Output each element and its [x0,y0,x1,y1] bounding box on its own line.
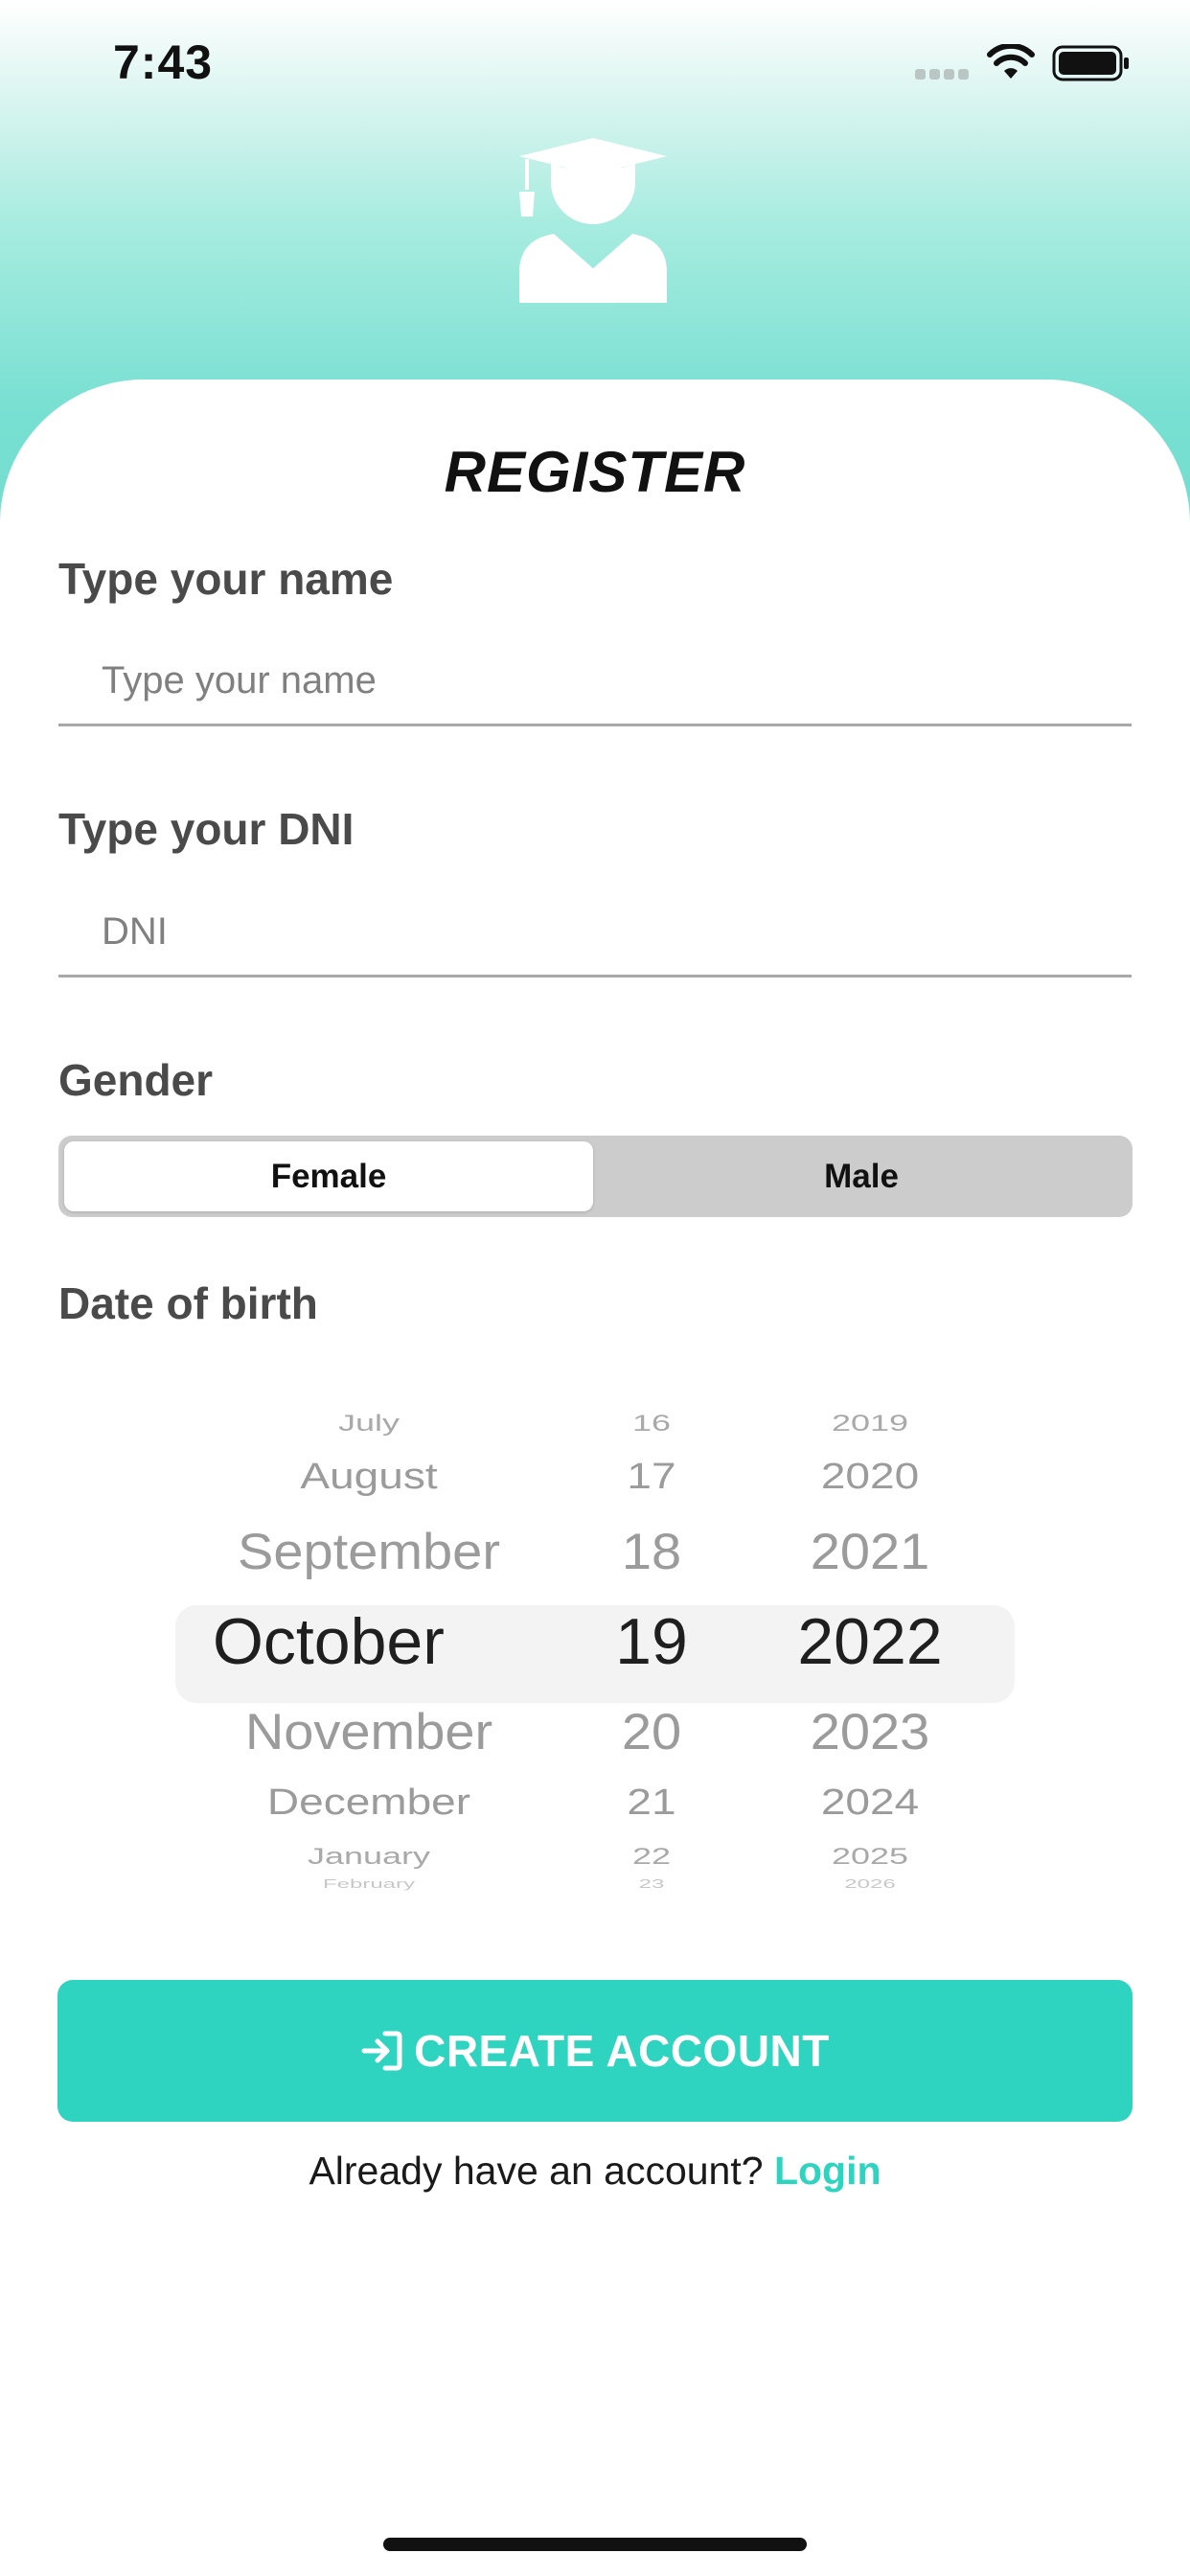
gender-segmented-control: Female Male [58,1136,1133,1217]
picker-item[interactable]: 2023 [583,1701,1157,1762]
status-bar: 7:43 [0,0,1190,134]
signal-dots-icon [915,69,971,80]
picker-item[interactable]: 2019 [583,1409,1157,1437]
name-label: Type your name [58,554,394,604]
dni-label: Type your DNI [58,804,355,854]
status-time: 7:43 [113,35,214,89]
dni-input[interactable] [102,903,1098,960]
gender-label: Gender [58,1055,214,1105]
picker-item[interactable]: 2020 [583,1455,1157,1498]
gender-option-female[interactable]: Female [64,1141,593,1211]
student-graduate-icon [519,138,667,303]
dni-field [58,882,1132,978]
create-account-button[interactable]: CREATE ACCOUNT [57,1980,1133,2122]
login-arrow-icon [361,2031,402,2071]
page-title: REGISTER [444,440,746,504]
login-prompt: Already have an account? [309,2149,764,2193]
picker-item[interactable]: 2025 [583,1842,1157,1870]
name-input[interactable] [102,652,1098,709]
login-row: Already have an account? Login [0,2149,1190,2194]
battery-icon [1052,45,1129,81]
home-indicator [383,2538,807,2551]
picker-item[interactable]: 2026 [583,1876,1157,1892]
wifi-icon [987,44,1035,79]
date-picker-wheel[interactable]: JuneJulyAugustSeptemberOctoberNovemberDe… [0,1394,1190,1907]
picker-item[interactable]: 2024 [583,1781,1157,1824]
year-selected-value[interactable]: 2022 [583,1603,1157,1682]
login-link[interactable]: Login [774,2149,881,2193]
name-field [58,631,1132,726]
dob-label: Date of birth [58,1278,318,1328]
create-account-label: CREATE ACCOUNT [414,2026,830,2076]
picker-item[interactable]: 2021 [583,1521,1157,1582]
gender-option-male[interactable]: Male [597,1141,1126,1211]
